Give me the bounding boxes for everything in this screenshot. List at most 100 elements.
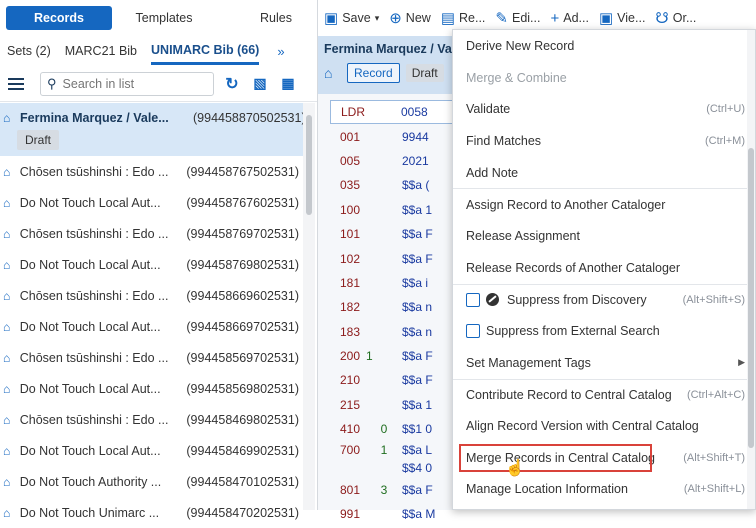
- menu-item-merge-central[interactable]: Merge Records in Central Catalog ☝ (Alt+…: [453, 442, 755, 477]
- marc-tag: 005: [340, 153, 361, 168]
- records-panel: Records Templates Rules Sets (2) MARC21 …: [0, 0, 318, 520]
- order-button[interactable]: ☋ Or...: [655, 9, 696, 27]
- list-item[interactable]: ⌂ Chōsen tsūshinshi : Edo ... (99445846980…: [0, 404, 303, 435]
- list-item[interactable]: ⌂ Do Not Touch Local Aut... (9944587676025…: [0, 187, 303, 218]
- list-item[interactable]: ⌂ Do Not Touch Local Aut... (9944587698025…: [0, 249, 303, 280]
- list-item[interactable]: ⌂ Do Not Touch Local Aut... (9944585698025…: [0, 373, 303, 404]
- plus-circle-icon: ⊕: [389, 10, 402, 27]
- record-actions-button[interactable]: ▤ Re...: [441, 9, 486, 27]
- marc-indicator: 1: [380, 443, 388, 458]
- draft-badge: Draft: [17, 130, 60, 150]
- marc-value: $$a F: [402, 227, 433, 242]
- record-title: Chōsen tsūshinshi : Edo ...: [19, 226, 169, 241]
- list-item[interactable]: ⌂ Chōsen tsūshinshi : Edo ... (99445876750…: [0, 156, 303, 187]
- record-id: (994458469802531): [186, 412, 299, 427]
- list-item[interactable]: ⌂ Do Not Touch Authority ... (994458470102…: [0, 466, 303, 497]
- list-item[interactable]: ⌂ Do Not Touch Local Aut... (9944584699025…: [0, 435, 303, 466]
- home-icon: ⌂: [3, 319, 11, 334]
- list-item[interactable]: ⌂ Fermina Marquez / Vale... (99445887050…: [0, 103, 306, 156]
- home-icon: ⌂: [3, 111, 11, 125]
- record-id: (994458767502531): [186, 164, 299, 179]
- scrollbar-thumb[interactable]: [306, 115, 312, 215]
- home-icon: ⌂: [3, 257, 11, 272]
- menu-item-suppress-discovery[interactable]: Suppress from Discovery (Alt+Shift+S): [453, 283, 755, 316]
- record-title: Do Not Touch Local Aut...: [19, 443, 161, 458]
- record-id: (994458669602531): [186, 288, 299, 303]
- shortcut-label: (Alt+Shift+T): [683, 451, 745, 464]
- menu-item-validate[interactable]: Validate (Ctrl+U): [453, 93, 755, 125]
- bulk-edit-icon[interactable]: ▧: [250, 74, 270, 94]
- scrollbar-thumb[interactable]: [748, 148, 754, 448]
- marc-value: $$a 1: [402, 202, 433, 217]
- record-id: (994458769802531): [186, 257, 299, 272]
- marc-value: $$a i: [402, 275, 429, 290]
- shortcut-label: (Alt+Shift+L): [683, 483, 745, 496]
- hidden-eye-icon: [486, 293, 499, 307]
- menu-item-suppress-external[interactable]: Suppress from External Search: [453, 315, 755, 347]
- search-box: ⚲: [40, 71, 214, 96]
- record-id: (994458870502531): [193, 111, 306, 125]
- list-item[interactable]: ⌂ Do Not Touch Local Aut... (9944586697025…: [0, 311, 303, 342]
- checkbox[interactable]: [466, 324, 480, 339]
- top-nav: Records Templates Rules: [0, 0, 317, 36]
- highlight-box: [459, 443, 652, 472]
- record-title: Do Not Touch Local Aut...: [19, 195, 161, 210]
- menu-item-find-matches[interactable]: Find Matches (Ctrl+M): [453, 125, 755, 157]
- menu-item-derive[interactable]: Derive New Record: [453, 30, 755, 62]
- new-button[interactable]: ⊕ New: [389, 9, 431, 27]
- subtab-unimarc[interactable]: UNIMARC Bib (66): [151, 38, 260, 65]
- marc-value: 2021: [402, 153, 429, 168]
- list-item[interactable]: ⌂ Do Not Touch Unimarc ... (99445847020253…: [0, 497, 303, 528]
- subtab-marc21[interactable]: MARC21 Bib: [65, 39, 137, 63]
- home-icon: ⌂: [3, 505, 11, 520]
- filter-icon[interactable]: [8, 77, 26, 91]
- menu-item-align[interactable]: Align Record Version with Central Catalo…: [453, 410, 755, 442]
- save-button[interactable]: ▣ Save ▾: [324, 9, 379, 27]
- list-scrollbar[interactable]: [303, 103, 315, 510]
- marc-tag: 182: [340, 300, 361, 315]
- marc-tag: LDR: [341, 105, 366, 120]
- marc-value: $$4 0: [402, 461, 433, 476]
- menu-scrollbar[interactable]: [747, 30, 755, 509]
- menu-item-assign[interactable]: Assign Record to Another Cataloger: [453, 188, 755, 220]
- marc-row[interactable]: LDR 0058: [330, 100, 470, 125]
- record-actions-menu: Derive New Record Merge & Combine Valida…: [452, 29, 756, 510]
- marc-value: $$a 1: [402, 397, 433, 412]
- list-toolbar: ⚲ ↻ ▧ ▦: [0, 66, 317, 102]
- marc-tag: 100: [340, 202, 361, 217]
- list-item[interactable]: ⌂ Chōsen tsūshinshi : Edo ... (99445876970…: [0, 218, 303, 249]
- subtab-sets[interactable]: Sets (2): [7, 39, 51, 63]
- menu-item-release[interactable]: Release Assignment: [453, 220, 755, 252]
- menu-item-location[interactable]: Manage Location Information (Alt+Shift+L): [453, 474, 755, 506]
- panel-toggle-icon[interactable]: ▦: [278, 74, 298, 94]
- record-title: Chōsen tsūshinshi : Edo ...: [19, 350, 169, 365]
- list-item[interactable]: ⌂ Chōsen tsūshinshi : Edo ... (99445866960…: [0, 280, 303, 311]
- marc-indicator: 0: [380, 422, 388, 437]
- menu-item-management-tags[interactable]: Set Management Tags ▶: [453, 347, 755, 379]
- tab-records[interactable]: Records: [6, 6, 112, 30]
- marc-tag: 700: [340, 443, 361, 458]
- marc-tag: 001: [340, 129, 361, 144]
- checkbox[interactable]: [466, 292, 480, 307]
- home-icon: ⌂: [3, 350, 11, 365]
- add-button[interactable]: + Ad...: [550, 10, 588, 27]
- marc-value: 9944: [402, 129, 429, 144]
- marc-tag: 801: [340, 482, 361, 497]
- menu-item-release-other[interactable]: Release Records of Another Cataloger: [453, 252, 755, 284]
- save-icon: ▣: [324, 10, 339, 27]
- marc-tag: 101: [340, 227, 361, 242]
- marc-tag: 181: [340, 275, 361, 290]
- menu-item-add-note[interactable]: Add Note: [453, 157, 755, 189]
- record-title: Chōsen tsūshinshi : Edo ...: [19, 164, 169, 179]
- search-input[interactable]: [62, 76, 193, 91]
- refresh-icon[interactable]: ↻: [222, 74, 242, 94]
- view-button[interactable]: ▣ Vie...: [599, 9, 645, 27]
- record-title: Do Not Touch Unimarc ...: [19, 505, 160, 520]
- tab-rules[interactable]: Rules: [216, 6, 306, 30]
- tab-templates[interactable]: Templates: [116, 6, 212, 30]
- edit-button[interactable]: ✎ Edi...: [495, 9, 540, 27]
- chevron-down-double-icon[interactable]: »: [277, 44, 284, 59]
- menu-item-contribute[interactable]: Contribute Record to Central Catalog (Ctr…: [453, 378, 755, 411]
- list-item[interactable]: ⌂ Chōsen tsūshinshi : Edo ... (99445856970…: [0, 342, 303, 373]
- marc-tag: 210: [340, 373, 361, 388]
